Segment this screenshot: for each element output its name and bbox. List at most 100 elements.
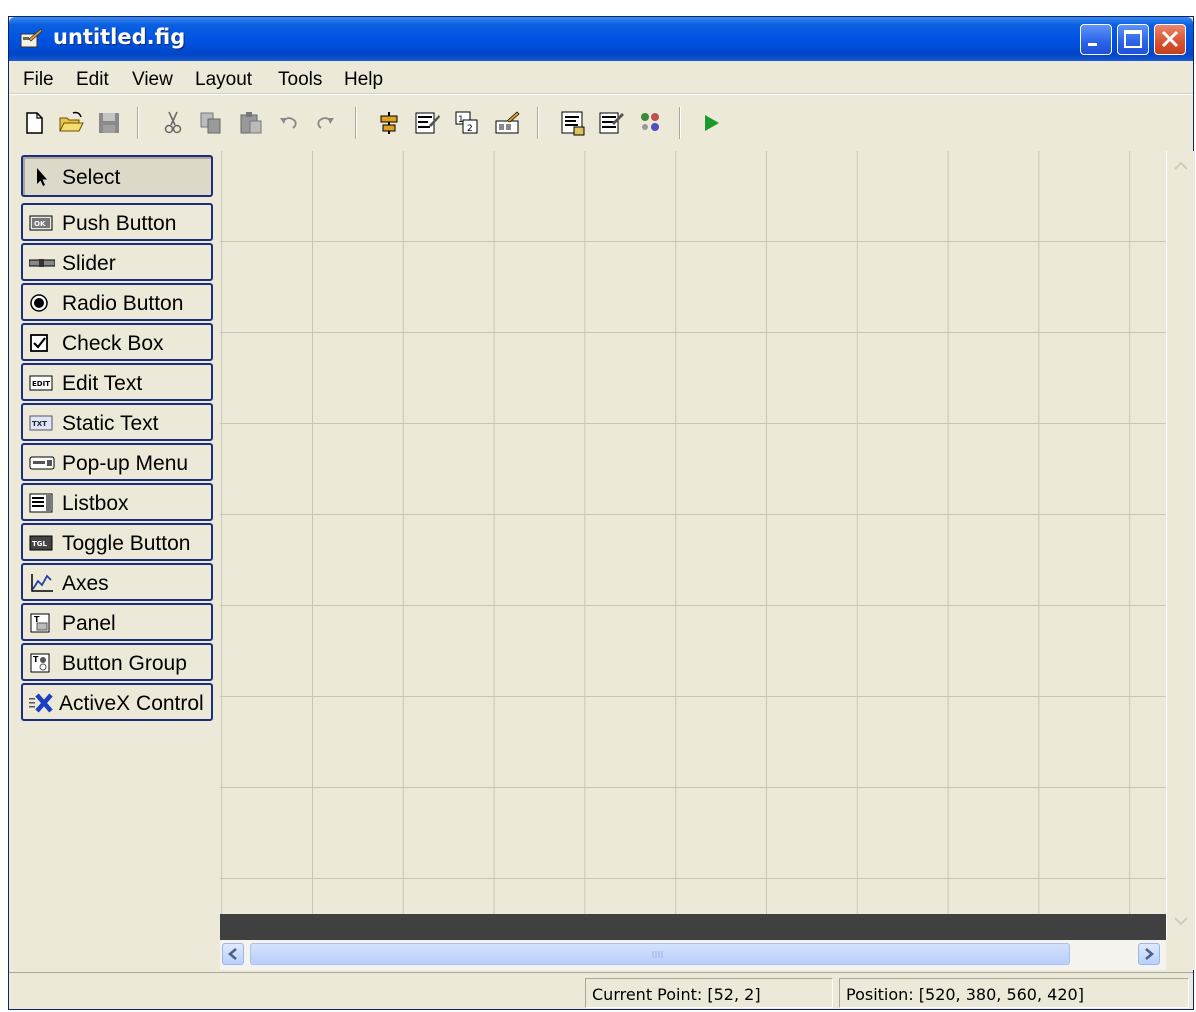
button-group-icon: T <box>30 653 50 673</box>
menu-layout[interactable]: Layout <box>195 69 252 91</box>
grip-icon <box>652 951 663 958</box>
window-title: untitled.fig <box>53 25 186 49</box>
redo-icon[interactable] <box>311 109 339 137</box>
chevron-left-icon <box>228 948 237 960</box>
close-button[interactable] <box>1154 24 1186 55</box>
palette-item-label: Listbox <box>62 492 129 515</box>
palette-toggle-button[interactable]: TGL Toggle Button <box>21 523 213 561</box>
axes-icon <box>31 574 53 592</box>
palette-popup-menu[interactable]: Pop-up Menu <box>21 443 213 481</box>
layout-area-bottom-edge <box>220 914 1166 940</box>
palette-item-label: Static Text <box>62 412 159 435</box>
palette-item-label: Toggle Button <box>62 532 191 555</box>
activex-icon <box>29 693 53 713</box>
palette-item-label: Radio Button <box>62 292 184 315</box>
guide-window: untitled.fig File Edit View Layout Tools… <box>8 16 1195 1012</box>
palette-edit-text[interactable]: EDIT Edit Text <box>21 363 213 401</box>
chevron-right-icon <box>1145 948 1154 960</box>
menu-help[interactable]: Help <box>344 69 383 91</box>
listbox-icon <box>29 493 53 513</box>
menu-edit[interactable]: Edit <box>76 69 109 91</box>
align-objects-icon[interactable] <box>375 109 403 137</box>
menu-view[interactable]: View <box>132 69 173 91</box>
property-inspector-icon[interactable] <box>597 109 625 137</box>
svg-text:TGL: TGL <box>32 540 48 548</box>
scroll-up-icon[interactable] <box>1167 153 1195 181</box>
palette-select[interactable]: Select <box>21 155 213 197</box>
check-box-icon <box>30 334 48 352</box>
scroll-left-button[interactable] <box>222 943 244 965</box>
toolbar-separator <box>137 107 139 139</box>
svg-text:EDIT: EDIT <box>32 380 50 388</box>
panel-icon: T <box>30 613 50 633</box>
static-text-icon: TXT <box>29 415 53 431</box>
close-icon <box>1161 30 1179 48</box>
maximize-icon <box>1124 30 1142 48</box>
palette-panel[interactable]: T Panel <box>21 603 213 641</box>
scroll-right-button[interactable] <box>1138 943 1160 965</box>
edit-text-icon: EDIT <box>29 375 53 391</box>
palette-item-label: Slider <box>62 252 116 275</box>
palette-activex-control[interactable]: ActiveX Control <box>21 683 213 721</box>
palette-item-label: Button Group <box>62 652 187 675</box>
new-file-icon[interactable] <box>21 109 49 137</box>
menu-tools[interactable]: Tools <box>278 69 322 91</box>
title-bar[interactable]: untitled.fig <box>9 17 1193 61</box>
palette-listbox[interactable]: Listbox <box>21 483 213 521</box>
scroll-down-icon[interactable] <box>1167 908 1195 936</box>
svg-text:1: 1 <box>458 115 464 125</box>
palette-item-label: Select <box>62 166 121 189</box>
palette-static-text[interactable]: TXT Static Text <box>21 403 213 441</box>
toolbar-separator <box>537 107 539 139</box>
svg-text:T: T <box>33 655 39 664</box>
maximize-button[interactable] <box>1117 24 1149 55</box>
palette-item-label: Pop-up Menu <box>62 452 189 475</box>
palette-axes[interactable]: Axes <box>21 563 213 601</box>
toggle-button-icon: TGL <box>29 535 53 551</box>
menu-editor-icon[interactable] <box>413 109 441 137</box>
radio-button-icon <box>30 294 48 312</box>
slider-icon <box>29 259 55 267</box>
paste-icon[interactable] <box>237 109 265 137</box>
m-file-editor-icon[interactable] <box>559 109 587 137</box>
palette-button-group[interactable]: T Button Group <box>21 643 213 681</box>
menu-file[interactable]: File <box>23 69 54 91</box>
scroll-corner <box>1166 940 1195 970</box>
toolbar-separator <box>679 107 681 139</box>
push-button-icon: OK <box>29 215 53 231</box>
palette-item-label: Push Button <box>62 212 177 235</box>
palette-slider[interactable]: Slider <box>21 243 213 281</box>
guide-app-icon <box>20 28 43 48</box>
popup-menu-icon <box>29 456 55 470</box>
palette-item-label: Panel <box>62 612 116 635</box>
object-browser-icon[interactable] <box>637 109 665 137</box>
horizontal-scrollbar[interactable] <box>220 940 1166 970</box>
palette-item-label: Check Box <box>62 332 164 355</box>
save-icon[interactable] <box>95 109 123 137</box>
position-readout: Position: [520, 380, 560, 420] <box>839 978 1189 1008</box>
open-folder-icon[interactable] <box>57 109 85 137</box>
arrow-cursor-icon <box>37 168 47 186</box>
toolbar: 12 <box>9 94 1193 151</box>
palette-check-box[interactable]: Check Box <box>21 323 213 361</box>
toolbar-editor-icon[interactable] <box>493 109 521 137</box>
status-bar: Current Point: [52, 2] Position: [520, 3… <box>9 972 1193 1012</box>
layout-area-grid[interactable] <box>220 151 1166 914</box>
palette-radio-button[interactable]: Radio Button <box>21 283 213 321</box>
tab-order-editor-icon[interactable]: 12 <box>453 109 481 137</box>
toolbar-separator <box>355 107 357 139</box>
scroll-thumb[interactable] <box>250 943 1070 965</box>
minimize-icon <box>1088 43 1097 46</box>
menu-bar: File Edit View Layout Tools Help <box>9 61 1193 94</box>
palette-item-label: ActiveX Control <box>59 692 204 715</box>
undo-icon[interactable] <box>275 109 303 137</box>
run-icon[interactable] <box>697 109 725 137</box>
svg-text:OK: OK <box>34 220 46 228</box>
svg-text:TXT: TXT <box>32 420 47 428</box>
palette-push-button[interactable]: OK Push Button <box>21 203 213 241</box>
copy-icon[interactable] <box>197 109 225 137</box>
vertical-scrollbar[interactable] <box>1166 151 1195 940</box>
minimize-button[interactable] <box>1080 24 1112 55</box>
current-point-readout: Current Point: [52, 2] <box>585 978 833 1008</box>
cut-icon[interactable] <box>159 109 187 137</box>
